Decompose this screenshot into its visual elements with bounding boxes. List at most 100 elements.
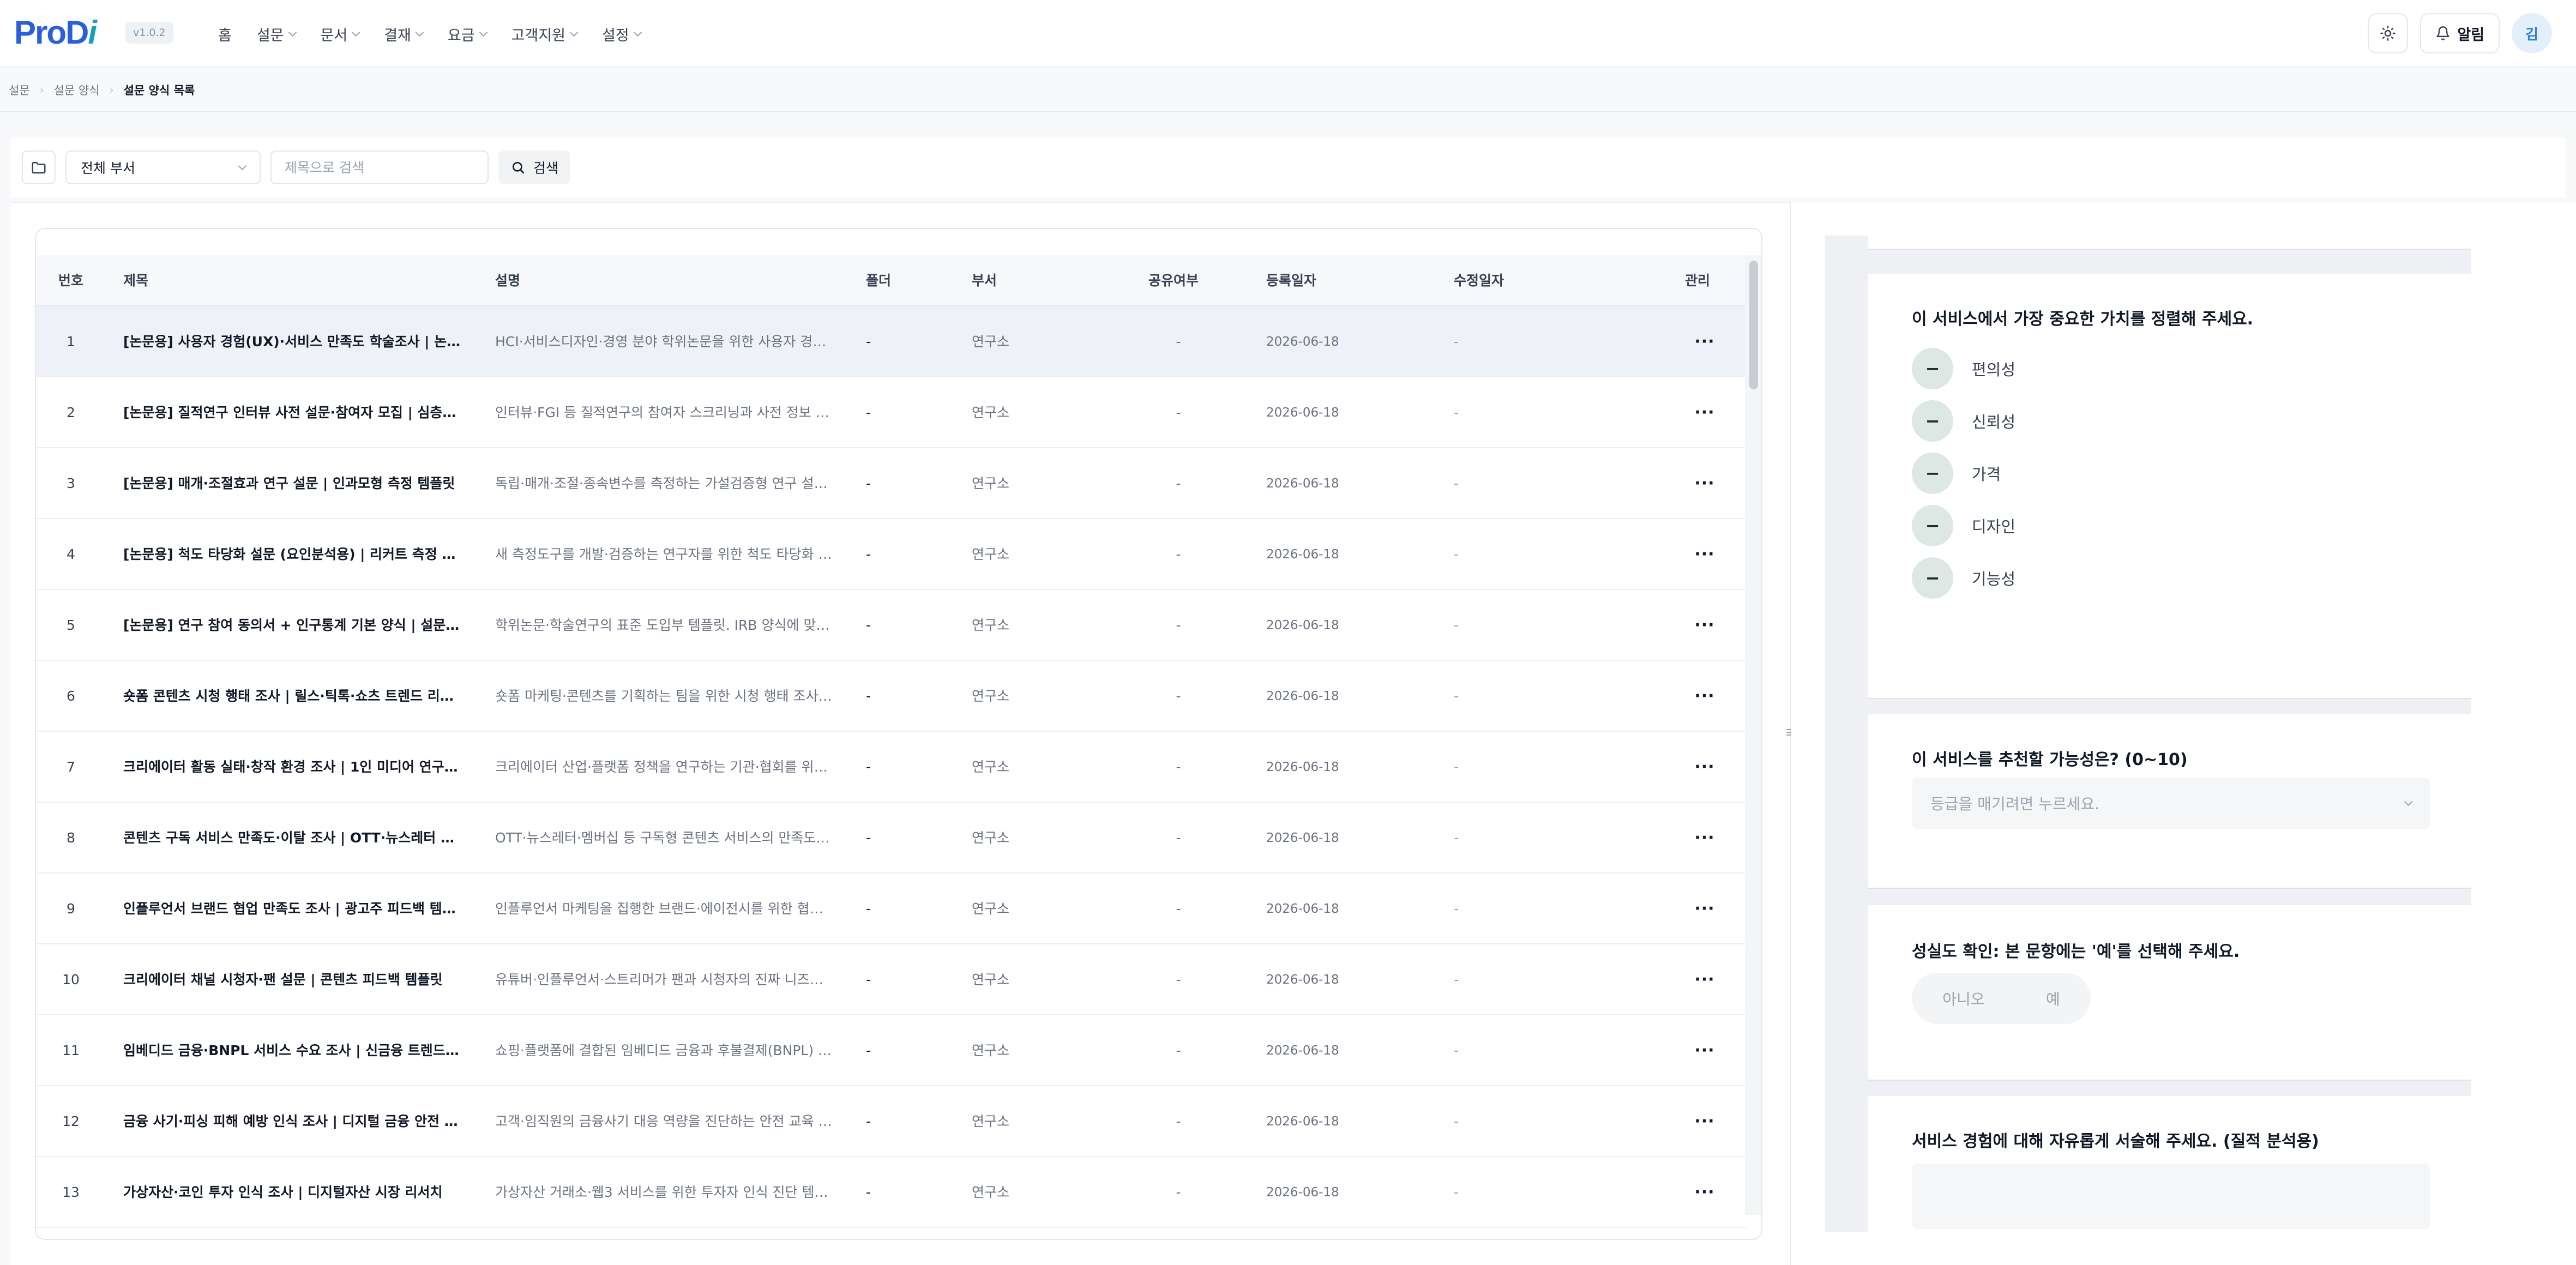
column-header-description[interactable]: 설명 — [495, 255, 520, 306]
more-actions-icon[interactable]: ··· — [1688, 448, 1721, 519]
more-actions-icon[interactable]: ··· — [1688, 377, 1721, 448]
table-row[interactable]: 2 [논문용] 질적연구 인터뷰 사전 설문·참여자 모집 | 심층면접 템플릿 인… — [36, 377, 1746, 448]
department-select-value: 전체 부서 — [81, 160, 135, 176]
rank-item[interactable]: − 가격 — [1912, 453, 2001, 494]
row-folder: - — [866, 1043, 871, 1058]
question-card-previous — [1868, 236, 2471, 250]
more-actions-icon[interactable]: ··· — [1688, 590, 1721, 661]
nav-home[interactable]: 홈 — [218, 23, 232, 45]
rank-item[interactable]: − 디자인 — [1912, 505, 2015, 546]
row-title: [논문용] 연구 참여 동의서 + 인구통계 기본 양식 | 설문 시작 템플릿 — [123, 617, 461, 633]
more-actions-icon[interactable]: ··· — [1688, 1086, 1721, 1157]
row-modified-date: - — [1454, 617, 1459, 633]
column-header-modified[interactable]: 수정일자 — [1454, 255, 1504, 306]
column-header-title[interactable]: 제목 — [123, 255, 148, 306]
more-actions-icon[interactable]: ··· — [1688, 874, 1721, 944]
remove-icon[interactable]: − — [1912, 400, 1953, 442]
column-header-folder[interactable]: 폴더 — [866, 255, 891, 306]
row-registered-date: 2026-06-18 — [1266, 477, 1339, 491]
table-row[interactable]: 9 인플루언서 브랜드 협업 만족도 조사 | 광고주 피드백 템플릿 인플루언서 … — [36, 874, 1746, 944]
table-row[interactable]: 12 금융 사기·피싱 피해 예방 인식 조사 | 디지털 금융 안전 진단 고객·… — [36, 1086, 1746, 1157]
row-title: 크리에이터 채널 시청자·팬 설문 | 콘텐츠 피드백 템플릿 — [123, 972, 443, 987]
table-row[interactable]: 1 [논문용] 사용자 경험(UX)·서비스 만족도 학술조사 | 논문용 템플릿… — [36, 306, 1746, 377]
more-actions-icon[interactable]: ··· — [1688, 519, 1721, 590]
row-modified-date: - — [1454, 1184, 1459, 1200]
column-header-number[interactable]: 번호 — [36, 255, 106, 306]
row-folder: - — [866, 334, 871, 350]
row-shared: - — [1176, 1184, 1181, 1200]
table-row[interactable]: 11 임베디드 금융·BNPL 서비스 수요 조사 | 신금융 트렌드 리서치 쇼핑… — [36, 1015, 1746, 1086]
table-scrollbar[interactable] — [1745, 255, 1761, 1215]
row-shared: - — [1176, 901, 1181, 917]
table-row[interactable]: 5 [논문용] 연구 참여 동의서 + 인구통계 기본 양식 | 설문 시작 템플… — [36, 590, 1746, 661]
rank-item[interactable]: − 신뢰성 — [1912, 400, 2015, 442]
table-row[interactable]: 4 [논문용] 척도 타당화 설문 (요인분석용) | 리커트 측정 템플릿 새 측… — [36, 519, 1746, 590]
nav-documents[interactable]: 문서 — [321, 23, 360, 45]
more-actions-icon[interactable]: ··· — [1688, 803, 1721, 874]
open-answer-textarea[interactable] — [1912, 1164, 2430, 1229]
search-input[interactable] — [270, 150, 489, 184]
ranking-question-title: 이 서비스에서 가장 중요한 가치를 정렬해 주세요. — [1912, 310, 2254, 329]
more-actions-icon[interactable]: ··· — [1688, 661, 1721, 732]
department-select[interactable]: 전체 부서 — [65, 150, 261, 184]
row-folder: - — [866, 830, 871, 846]
more-actions-icon[interactable]: ··· — [1688, 306, 1721, 377]
chevron-down-icon — [633, 28, 642, 37]
row-shared: - — [1176, 546, 1181, 562]
table-row[interactable]: 6 숏폼 콘텐츠 시청 행태 조사 | 릴스·틱톡·쇼츠 트렌드 리서치 숏폼 마케… — [36, 661, 1746, 732]
nav-approval[interactable]: 결재 — [384, 23, 424, 45]
main-nav: 홈 설문 문서 결재 요금 고객지원 설정 — [218, 20, 642, 48]
remove-icon[interactable]: − — [1912, 453, 1953, 494]
logo-accent: i — [88, 14, 97, 51]
remove-icon[interactable]: − — [1912, 505, 1953, 546]
row-number: 10 — [62, 972, 80, 987]
nav-settings[interactable]: 설정 — [602, 23, 642, 45]
row-shared: - — [1176, 1043, 1181, 1058]
table-row[interactable]: 10 크리에이터 채널 시청자·팬 설문 | 콘텐츠 피드백 템플릿 유튜버·인플루… — [36, 944, 1746, 1015]
theme-toggle-button[interactable] — [2368, 13, 2409, 53]
table-scrollbar-thumb[interactable] — [1749, 261, 1758, 389]
breadcrumb-survey[interactable]: 설문 — [9, 82, 30, 98]
more-actions-icon[interactable]: ··· — [1688, 1015, 1721, 1086]
breadcrumb-separator-icon: › — [39, 83, 44, 97]
table-row[interactable]: 8 콘텐츠 구독 서비스 만족도·이탈 조사 | OTT·뉴스레터 구독 분석 OT… — [36, 803, 1746, 874]
row-number: 4 — [67, 546, 75, 562]
rank-item[interactable]: − 편의성 — [1912, 348, 2015, 389]
remove-icon[interactable]: − — [1912, 557, 1953, 599]
option-no[interactable]: 아니오 — [1942, 987, 1984, 1009]
row-department: 연구소 — [972, 334, 1010, 350]
row-number: 9 — [67, 901, 75, 917]
user-avatar[interactable]: 김 — [2512, 13, 2552, 53]
rank-item[interactable]: − 기능성 — [1912, 557, 2015, 599]
row-department: 연구소 — [972, 759, 1010, 775]
breadcrumb-survey-forms[interactable]: 설문 양식 — [54, 82, 100, 98]
more-actions-icon[interactable]: ··· — [1688, 732, 1721, 803]
survey-preview[interactable]: 이 서비스에서 가장 중요한 가치를 정렬해 주세요. − 편의성 − 신뢰성 − 가… — [1825, 236, 2471, 1232]
column-header-shared[interactable]: 공유여부 — [1148, 255, 1199, 306]
row-folder: - — [866, 972, 871, 987]
notifications-button[interactable]: 알림 — [2420, 13, 2500, 53]
table-row[interactable]: 7 크리에이터 활동 실태·창작 환경 조사 | 1인 미디어 연구 템플릿 크리에… — [36, 732, 1746, 803]
more-actions-icon[interactable]: ··· — [1688, 1157, 1721, 1228]
more-actions-icon[interactable]: ··· — [1688, 944, 1721, 1015]
folder-button[interactable] — [22, 150, 56, 184]
row-registered-date: 2026-06-18 — [1266, 335, 1339, 349]
row-title: 콘텐츠 구독 서비스 만족도·이탈 조사 | OTT·뉴스레터 구독 분석 — [123, 830, 461, 846]
app-logo[interactable]: ProDi — [14, 13, 97, 51]
nps-rating-select[interactable]: 등급을 매기려면 누르세요. — [1912, 778, 2430, 829]
column-header-department[interactable]: 부서 — [972, 255, 997, 306]
row-shared: - — [1176, 334, 1181, 350]
row-department: 연구소 — [972, 617, 1010, 633]
column-header-registered[interactable]: 등록일자 — [1266, 255, 1316, 306]
table-row[interactable]: 3 [논문용] 매개·조절효과 연구 설문 | 인과모형 측정 템플릿 독립·매개·… — [36, 448, 1746, 519]
table-row[interactable]: 13 가상자산·코인 투자 인식 조사 | 디지털자산 시장 리서치 가상자산 거래… — [36, 1157, 1746, 1228]
remove-icon[interactable]: − — [1912, 348, 1953, 389]
nav-survey[interactable]: 설문 — [257, 23, 297, 45]
row-number: 8 — [67, 830, 75, 846]
row-registered-date: 2026-06-18 — [1266, 406, 1339, 420]
nav-support[interactable]: 고객지원 — [511, 23, 579, 45]
column-header-manage: 관리 — [1685, 273, 1711, 288]
nav-pricing[interactable]: 요금 — [448, 23, 487, 45]
option-yes[interactable]: 예 — [2046, 987, 2060, 1009]
search-button[interactable]: 검색 — [498, 150, 571, 184]
